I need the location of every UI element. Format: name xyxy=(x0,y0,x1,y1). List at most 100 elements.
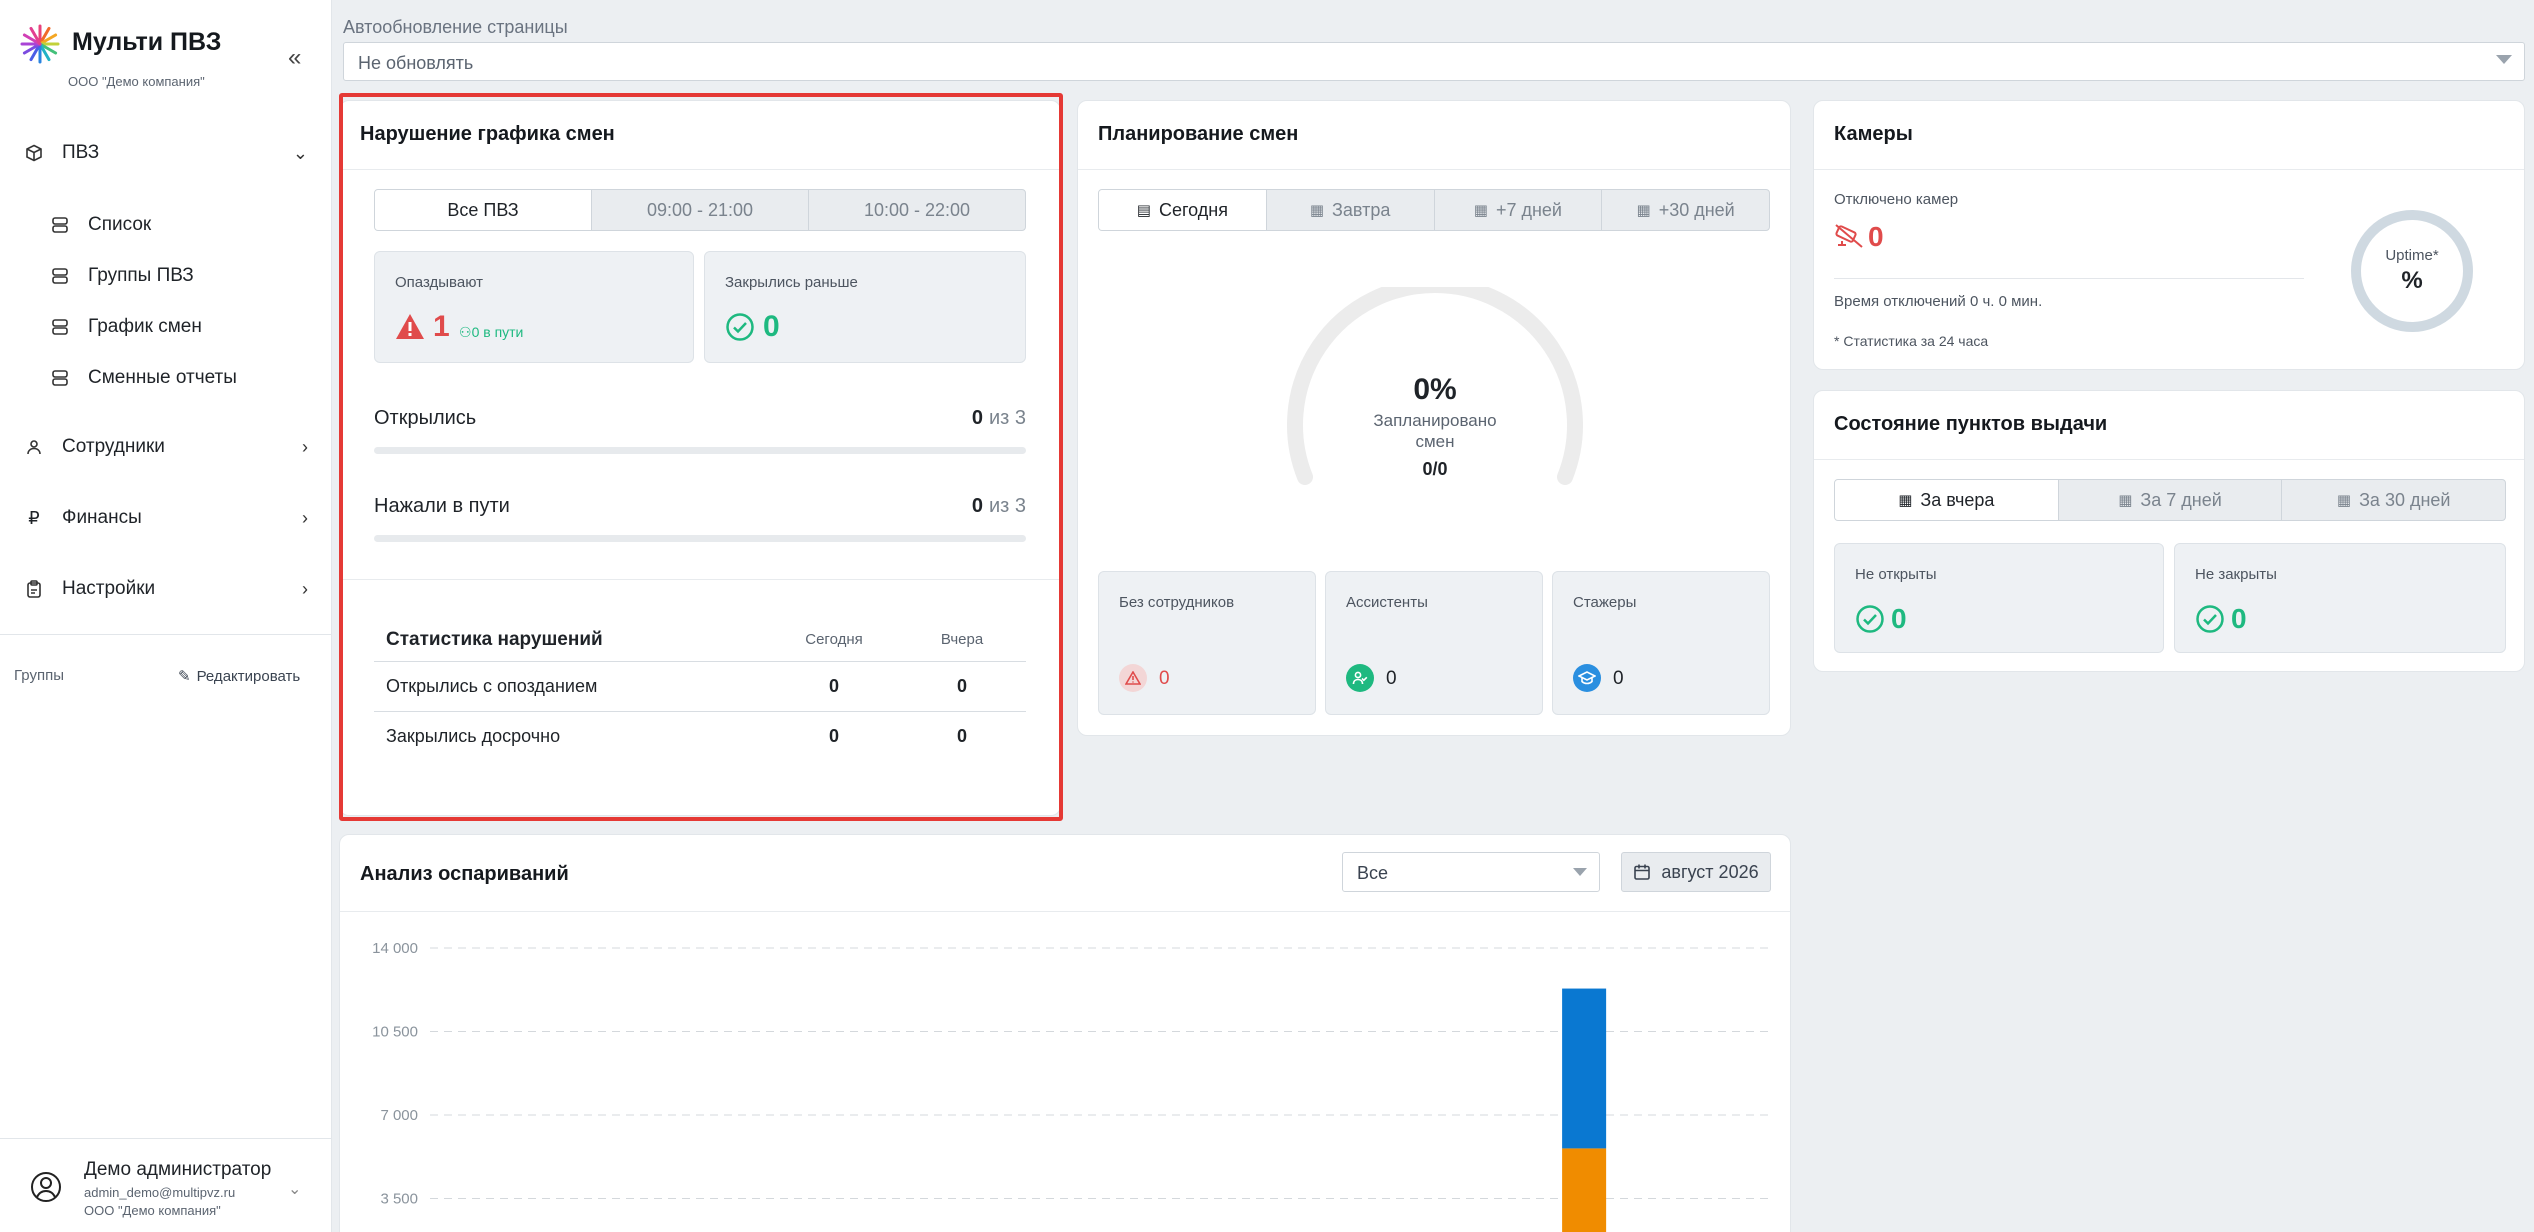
stats-title: Статистика нарушений xyxy=(374,619,770,662)
late-label: Опаздывают xyxy=(395,274,483,291)
calendar-icon: ▦ xyxy=(1309,202,1325,219)
app-title: Мульти ПВЗ xyxy=(72,28,222,56)
calendar-icon: ▤ xyxy=(1136,202,1151,219)
sidebar-item-label: График смен xyxy=(88,316,202,337)
opened-total: из 3 xyxy=(988,407,1026,429)
closed-early-tile[interactable]: Закрылись раньше 0 xyxy=(704,251,1026,363)
autorefresh-select[interactable]: Не обновлять xyxy=(343,42,2525,81)
opened-count: 0 из 3 xyxy=(972,407,1026,430)
sidebar-item-label: Список xyxy=(88,214,152,235)
tab-plus-7-days[interactable]: ▦ +7 дней xyxy=(1435,190,1603,230)
shift-planning-card: Планирование смен ▤ Сегодня ▦ Завтра ▦ +7 д… xyxy=(1077,100,1791,736)
server-icon xyxy=(52,217,68,233)
disputes-filter-select[interactable]: Все xyxy=(1342,852,1600,892)
sidebar-item-label: Финансы xyxy=(62,507,142,528)
sidebar-item-shift-reports[interactable]: Сменные отчеты xyxy=(50,367,237,389)
warning-icon xyxy=(396,314,424,339)
sidebar-item-shift-schedule[interactable]: График смен xyxy=(50,316,202,338)
no-employees-tile[interactable]: Без сотрудников 0 xyxy=(1098,571,1316,715)
y-tick-label: 7 000 xyxy=(380,1107,418,1124)
pickup-period-tabs: ▦ За вчера ▦ За 7 дней ▦ За 30 дней xyxy=(1834,479,2506,521)
sidebar-item-settings[interactable]: Настройки › xyxy=(24,578,308,600)
assistant-icon xyxy=(1346,664,1374,692)
card-divider xyxy=(1814,459,2524,460)
not-opened-tile[interactable]: Не открыты 0 xyxy=(1834,543,2164,653)
violations-stats-table: Статистика нарушений Сегодня Вчера Откры… xyxy=(374,619,1026,761)
tab-label: +7 дней xyxy=(1495,199,1562,220)
tab-shift-09-21[interactable]: 09:00 - 21:00 xyxy=(592,190,809,230)
pressed-on-way-value: 0 xyxy=(971,495,983,517)
user-menu[interactable]: Демо администратор admin_demo@multipvz.r… xyxy=(0,1138,332,1232)
sidebar-item-label: Группы ПВЗ xyxy=(88,265,194,286)
interns-tile[interactable]: Стажеры 0 xyxy=(1552,571,1770,715)
assistants-tile[interactable]: Ассистенты 0 xyxy=(1325,571,1543,715)
sidebar-item-employees[interactable]: Сотрудники › xyxy=(24,436,308,458)
tile-value: 0 xyxy=(1386,668,1397,689)
stats-note: * Статистика за 24 часа xyxy=(1834,333,1989,349)
sidebar-item-label: Настройки xyxy=(62,578,156,599)
sidebar-item-pvz[interactable]: ПВЗ ⌄ xyxy=(24,142,308,164)
sidebar-item-list[interactable]: Список xyxy=(50,214,151,236)
pressed-on-way-label: Нажали в пути xyxy=(374,495,510,517)
sidebar-item-finance[interactable]: ₽ Финансы › xyxy=(24,507,308,529)
tile-label: Ассистенты xyxy=(1346,594,1428,611)
cube-icon xyxy=(24,143,44,163)
on-way-value: 0 в пути xyxy=(471,324,524,340)
cameras-card: Камеры Отключено камер 0 Время отключени… xyxy=(1813,100,2525,370)
disabled-cameras-value: 0 xyxy=(1868,221,1884,252)
calendar-icon: ▦ xyxy=(2336,492,2352,509)
tab-tomorrow[interactable]: ▦ Завтра xyxy=(1267,190,1435,230)
row-today: 0 xyxy=(770,661,898,712)
user-icon xyxy=(24,437,44,457)
disputes-analysis-card: Анализ оспариваний Все август 2026 14 00… xyxy=(339,834,1791,1232)
sidebar-divider xyxy=(0,634,332,635)
brand[interactable]: Мульти ПВЗ xyxy=(18,22,221,66)
opened-progress: Открылись 0 из 3 xyxy=(374,407,1026,454)
tab-30-days[interactable]: ▦ За 30 дней xyxy=(2282,480,2505,520)
month-picker-button[interactable]: август 2026 xyxy=(1621,852,1771,892)
tab-label: За 7 дней xyxy=(2140,489,2222,510)
double-chevron-left-icon: « xyxy=(288,44,302,71)
sidebar-item-pvz-groups[interactable]: Группы ПВЗ xyxy=(50,265,194,287)
row-label: Открылись с опозданием xyxy=(374,661,770,712)
pressed-on-way-progress: Нажали в пути 0 из 3 xyxy=(374,495,1026,542)
tab-label: За 30 дней xyxy=(2359,489,2451,510)
y-tick-label: 14 000 xyxy=(372,940,418,957)
collapse-sidebar-button[interactable]: « xyxy=(288,44,301,72)
gauge-percent: 0% xyxy=(1413,373,1457,406)
pvz-filter-tabs: Все ПВЗ 09:00 - 21:00 10:00 - 22:00 xyxy=(374,189,1026,231)
chart-bar-segment[interactable] xyxy=(1562,988,1607,1149)
chevron-right-icon: › xyxy=(302,507,308,528)
tab-today[interactable]: ▤ Сегодня xyxy=(1099,190,1267,230)
table-header-row: Статистика нарушений Сегодня Вчера xyxy=(374,619,1026,662)
tab-plus-30-days[interactable]: ▦ +30 дней xyxy=(1602,190,1769,230)
closed-early-value: 0 xyxy=(763,310,780,343)
calendar-icon: ▦ xyxy=(1636,202,1651,219)
y-tick-label: 3 500 xyxy=(380,1191,418,1208)
clipboard-icon xyxy=(24,579,44,599)
tab-7-days[interactable]: ▦ За 7 дней xyxy=(2059,480,2283,520)
late-tile[interactable]: Опаздывают 1 ⚇0 в пути xyxy=(374,251,694,363)
tab-shift-10-22[interactable]: 10:00 - 22:00 xyxy=(809,190,1025,230)
calendar-icon: ▦ xyxy=(1473,202,1488,219)
card-divider xyxy=(340,911,1790,912)
shift-violations-card: Нарушение графика смен Все ПВЗ 09:00 - 2… xyxy=(339,100,1061,816)
edit-groups-link[interactable]: ✎ Редактировать xyxy=(178,667,300,685)
calendar-icon: ▦ xyxy=(2118,492,2133,509)
card-title: Камеры xyxy=(1834,123,1913,145)
pressed-on-way-count: 0 из 3 xyxy=(972,495,1026,518)
gauge-ratio: 0/0 xyxy=(1422,459,1448,479)
calendar-icon: ▦ xyxy=(1898,492,1913,509)
pencil-icon: ✎ xyxy=(178,668,191,685)
warning-icon xyxy=(1119,664,1147,692)
sidebar-item-label: Сотрудники xyxy=(62,436,165,457)
company-name: ООО "Демо компания" xyxy=(68,74,205,89)
closed-early-label: Закрылись раньше xyxy=(725,274,858,291)
chevron-right-icon: › xyxy=(302,578,308,599)
user-email: admin_demo@multipvz.ru xyxy=(84,1185,236,1200)
tab-yesterday[interactable]: ▦ За вчера xyxy=(1835,480,2059,520)
not-closed-tile[interactable]: Не закрыты 0 xyxy=(2174,543,2506,653)
tab-all-pvz[interactable]: Все ПВЗ xyxy=(375,190,592,230)
chart-bar-segment[interactable] xyxy=(1562,1148,1607,1232)
col-yesterday: Вчера xyxy=(898,619,1026,662)
